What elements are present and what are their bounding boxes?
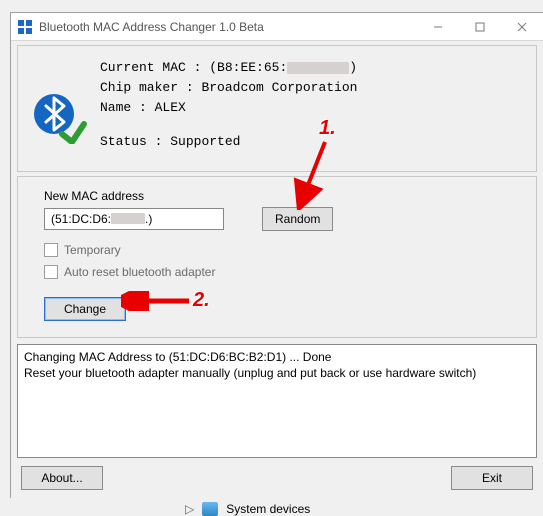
current-mac-value: (B8:EE:65:) [209,60,357,75]
exit-button[interactable]: Exit [451,466,533,490]
window-title: Bluetooth MAC Address Changer 1.0 Beta [39,20,264,34]
app-window: Bluetooth MAC Address Changer 1.0 Beta [10,12,543,498]
redacted-block [287,62,349,74]
status-value: Supported [170,134,240,149]
redacted-block [111,213,145,224]
new-mac-input[interactable]: (51:DC:D6:.) [44,208,224,230]
chip-maker-label: Chip maker : [100,80,194,95]
titlebar: Bluetooth MAC Address Changer 1.0 Beta [11,13,543,41]
log-line: Changing MAC Address to (51:DC:D6:BC:B2:… [24,349,530,365]
about-button[interactable]: About... [21,466,103,490]
mac-panel: New MAC address (51:DC:D6:.) Random Temp… [17,176,537,338]
current-mac-label: Current MAC : [100,60,201,75]
chevron-right-icon[interactable]: ▷ [185,502,194,516]
name-row: Name : ALEX [100,98,526,118]
tree-item-label[interactable]: System devices [226,502,310,516]
bottom-button-row: About... Exit [17,466,537,492]
device-icon [202,502,218,516]
auto-reset-label: Auto reset bluetooth adapter [64,265,215,279]
random-button[interactable]: Random [262,207,333,231]
bluetooth-icon [32,92,78,138]
close-button[interactable] [501,13,543,41]
status-row: Status : Supported [100,132,526,152]
info-panel: Current MAC : (B8:EE:65:) Chip maker : B… [17,45,537,172]
content-area: Current MAC : (B8:EE:65:) Chip maker : B… [11,41,543,498]
temporary-label: Temporary [64,243,121,257]
temporary-row[interactable]: Temporary [44,243,510,257]
auto-reset-row[interactable]: Auto reset bluetooth adapter [44,265,510,279]
name-value: ALEX [155,100,186,115]
auto-reset-checkbox[interactable] [44,265,58,279]
temporary-checkbox[interactable] [44,243,58,257]
minimize-button[interactable] [417,13,459,41]
change-button[interactable]: Change [44,297,126,321]
status-label: Status : [100,134,162,149]
log-line: Reset your bluetooth adapter manually (u… [24,365,530,381]
new-mac-label: New MAC address [44,189,510,203]
tree-snippet: ▷ System devices [185,502,310,516]
chip-maker-value: Broadcom Corporation [201,80,357,95]
chip-maker-row: Chip maker : Broadcom Corporation [100,78,526,98]
current-mac-row: Current MAC : (B8:EE:65:) [100,58,526,78]
app-icon [17,19,33,35]
maximize-button[interactable] [459,13,501,41]
name-label: Name : [100,100,147,115]
log-panel[interactable]: Changing MAC Address to (51:DC:D6:BC:B2:… [17,344,537,458]
